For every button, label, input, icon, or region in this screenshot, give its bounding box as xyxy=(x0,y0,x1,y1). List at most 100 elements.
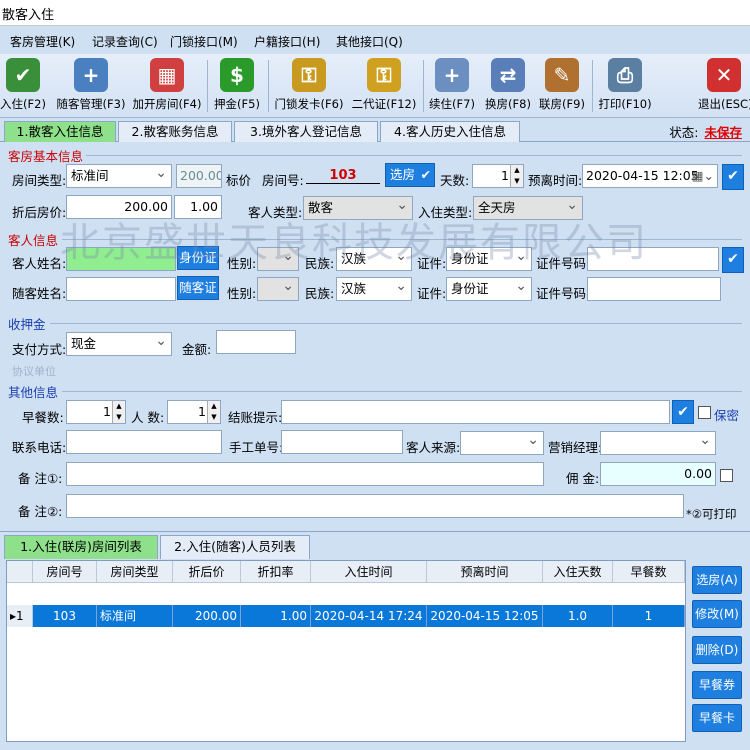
change-room-button[interactable]: ⇄ 换房(F8) xyxy=(484,56,532,116)
checkin-button[interactable]: ✔ 入住(F2) xyxy=(0,56,46,116)
amount-label: 金额: xyxy=(182,342,212,357)
manual-number-input[interactable] xyxy=(281,430,403,454)
section-deposit: 收押金 xyxy=(8,317,46,332)
confirm-check-button[interactable]: ✔ xyxy=(722,164,744,190)
table-cell[interactable]: 2020-04-14 17:24 xyxy=(311,605,427,627)
tab-history[interactable]: 4.客人历史入住信息 xyxy=(380,121,520,142)
people-stepper[interactable]: 1 ▲ ▼ xyxy=(167,400,221,424)
people-label: 人 数: xyxy=(131,410,165,425)
read-companion-id-button[interactable]: 随客证 xyxy=(177,276,219,300)
commission-checkbox[interactable] xyxy=(720,469,733,482)
dollar-icon: $ xyxy=(220,58,254,92)
select-room-button[interactable]: 选房 ✔ xyxy=(385,163,435,187)
deposit-button[interactable]: $ 押金(F5) xyxy=(212,56,262,116)
breakfast-coupon-button[interactable]: 早餐券 xyxy=(692,671,742,699)
companion-cert-label: 证件: xyxy=(417,286,447,301)
window-title: 散客入住 xyxy=(2,8,55,23)
tab-room-list[interactable]: 1.入住(联房)房间列表 xyxy=(4,535,158,559)
close-icon: ✕ xyxy=(707,58,741,92)
column-header[interactable]: 折后价 xyxy=(173,561,241,583)
divider xyxy=(62,391,742,392)
note1-input[interactable] xyxy=(66,462,544,486)
pen-link-icon: ✎ xyxy=(545,58,579,92)
breakfast-card-button[interactable]: 早餐卡 xyxy=(692,704,742,732)
exit-button[interactable]: ✕ 退出(ESC) xyxy=(698,56,750,116)
companion-management-button[interactable]: + 随客管理(F3) xyxy=(56,56,126,116)
table-row[interactable]: ▸1 103 标准间 200.00 1.00 2020-04-14 17:24 … xyxy=(7,583,685,627)
title-bar: 散客入住 xyxy=(0,0,750,26)
checkout-tip-input[interactable] xyxy=(281,400,670,424)
breakfast-stepper[interactable]: 1 ▲ ▼ xyxy=(66,400,126,424)
tab-foreign-guest[interactable]: 3.境外客人登记信息 xyxy=(234,121,378,142)
delete-button[interactable]: 删除(D) xyxy=(692,636,742,664)
tip-confirm-button[interactable]: ✔ xyxy=(672,400,694,424)
phone-input[interactable] xyxy=(66,430,222,454)
menu-household-interface[interactable]: 户籍接口(H) xyxy=(254,33,320,50)
divider xyxy=(86,155,742,156)
menu-room-management[interactable]: 客房管理(K) xyxy=(10,33,75,50)
menu-other-interface[interactable]: 其他接口(Q) xyxy=(336,33,403,50)
section-other-info: 其他信息 xyxy=(8,385,59,400)
tab-account-info[interactable]: 2.散客账务信息 xyxy=(118,121,232,142)
column-header[interactable]: 折扣率 xyxy=(241,561,311,583)
row-header-corner xyxy=(7,561,33,583)
manual-number-label: 手工单号: xyxy=(229,440,284,455)
tab-checkin-info[interactable]: 1.散客入住信息 xyxy=(4,121,116,142)
column-header[interactable]: 入住时间 xyxy=(311,561,427,583)
menu-record-query[interactable]: 记录查询(C) xyxy=(92,33,158,50)
tab-bar: 1.散客入住信息 2.散客账务信息 3.境外客人登记信息 4.客人历史入住信息 … xyxy=(0,119,750,142)
print-button[interactable]: ⎙ 打印(F10) xyxy=(598,56,652,116)
lock-card-button[interactable]: ⚿ 门锁发卡(F6) xyxy=(272,56,346,116)
stepper-arrows-icon[interactable]: ▲ ▼ xyxy=(510,165,523,187)
table-cell[interactable]: 103 xyxy=(33,605,97,627)
companion-ethnic-select[interactable]: 汉族 xyxy=(336,277,412,301)
companion-cert-select[interactable]: 身份证 xyxy=(446,277,532,301)
column-header[interactable]: 房间号 xyxy=(33,561,97,583)
status-badge: 未保存 xyxy=(704,125,742,140)
column-header[interactable]: 房间类型 xyxy=(97,561,173,583)
deposit-amount-input[interactable] xyxy=(216,330,296,354)
payment-method-select[interactable]: 现金 xyxy=(66,332,172,356)
note2-input[interactable] xyxy=(66,494,684,518)
add-room-button[interactable]: ▦ 加开房间(F4) xyxy=(132,56,202,116)
stepper-arrows-icon[interactable]: ▲ ▼ xyxy=(112,401,125,423)
companion-gender-label: 性别: xyxy=(227,286,257,301)
menu-lock-interface[interactable]: 门锁接口(M) xyxy=(170,33,238,50)
guest-source-select[interactable] xyxy=(460,431,544,455)
room-list-table[interactable]: 房间号 房间类型 折后价 折扣率 入住时间 预离时间 入住天数 早餐数 ▸1 1… xyxy=(6,560,686,742)
companion-gender-select[interactable] xyxy=(257,277,299,301)
table-cell[interactable]: 标准间 xyxy=(97,605,173,627)
leave-time-picker[interactable]: 2020-04-15 12:05 ▦⌄ xyxy=(582,164,718,188)
table-cell[interactable]: 2020-04-15 12:05 xyxy=(427,605,543,627)
room-type-label: 房间类型: xyxy=(12,173,67,188)
room-type-select[interactable]: 标准间 xyxy=(66,164,172,188)
divider xyxy=(50,323,742,324)
days-stepper[interactable]: 1 ▲ ▼ xyxy=(472,164,524,188)
select-room-side-button[interactable]: 选房(A) xyxy=(692,566,742,594)
companion-name-input[interactable] xyxy=(66,277,176,301)
edit-button[interactable]: 修改(M) xyxy=(692,600,742,628)
sales-manager-select[interactable] xyxy=(600,431,716,455)
column-header[interactable]: 入住天数 xyxy=(543,561,613,583)
toolbar-separator xyxy=(592,60,593,112)
tab-companion-list[interactable]: 2.入住(随客)人员列表 xyxy=(160,535,310,559)
guest-confirm-button[interactable]: ✔ xyxy=(722,247,744,273)
days-label: 天数: xyxy=(440,173,470,188)
table-cell[interactable]: 200.00 xyxy=(173,605,241,627)
companion-cert-number-input[interactable] xyxy=(587,277,721,301)
column-header[interactable]: 预离时间 xyxy=(427,561,543,583)
table-cell[interactable]: 1.0 xyxy=(543,605,613,627)
note1-label: 备 注①: xyxy=(18,471,63,486)
toolbar-separator xyxy=(423,60,424,112)
column-header[interactable]: 早餐数 xyxy=(613,561,685,583)
stepper-arrows-icon[interactable]: ▲ ▼ xyxy=(207,401,220,423)
id-card-button[interactable]: ⚿ 二代证(F12) xyxy=(350,56,418,116)
secret-checkbox[interactable] xyxy=(698,406,711,419)
table-cell[interactable]: 1 xyxy=(613,605,685,627)
section-guest-info: 客人信息 xyxy=(8,233,59,248)
commission-input[interactable]: 0.00 xyxy=(600,462,716,486)
link-room-button[interactable]: ✎ 联房(F9) xyxy=(538,56,586,116)
extend-stay-button[interactable]: + 续住(F7) xyxy=(428,56,476,116)
table-cell[interactable]: 1.00 xyxy=(241,605,311,627)
guest-name-label: 客人姓名: xyxy=(12,256,67,271)
